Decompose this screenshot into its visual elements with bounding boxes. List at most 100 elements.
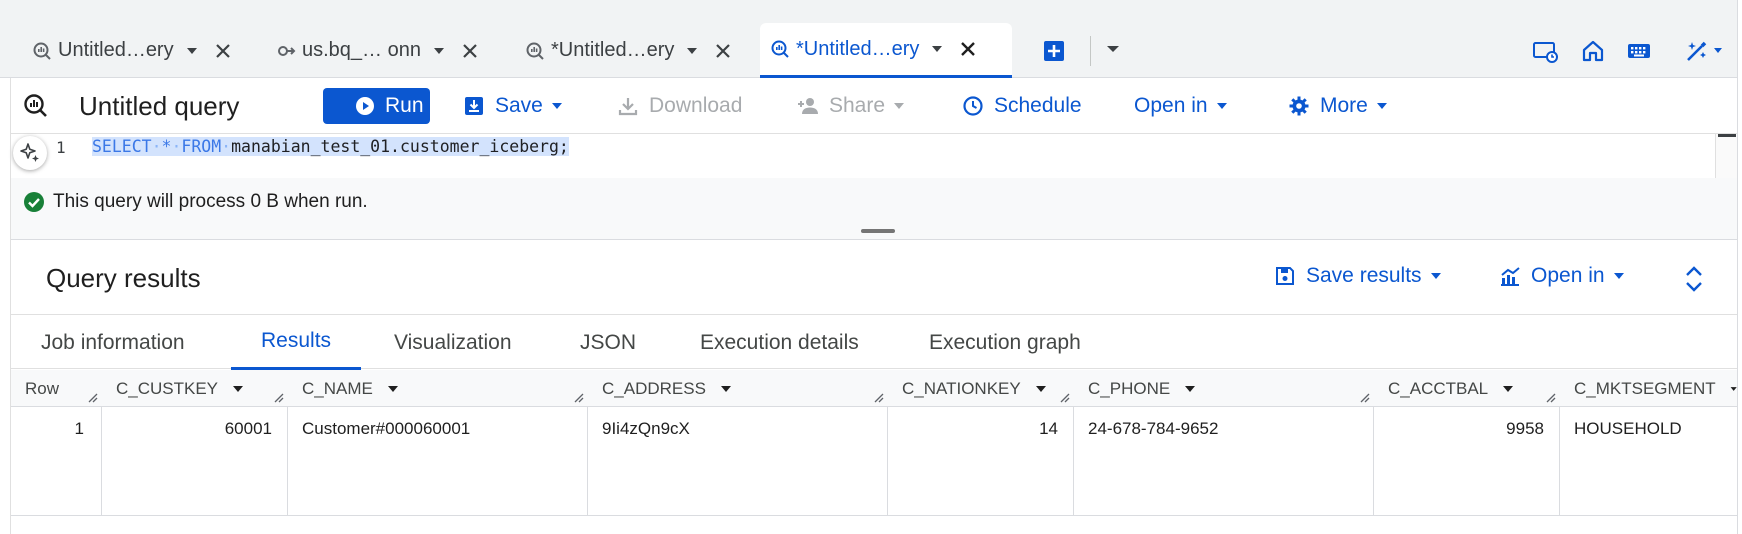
- sql-wildcard: *: [161, 137, 172, 156]
- column-divider: [1073, 407, 1074, 516]
- resize-grip-icon[interactable]: [86, 391, 98, 403]
- code-line[interactable]: SELECT·*·FROM·manabian_test_01.customer_…: [92, 136, 569, 158]
- more-button[interactable]: More: [1288, 88, 1388, 124]
- chevron-down-icon: [1430, 273, 1441, 279]
- cell-c-address[interactable]: 9Ii4zQn9cX: [602, 407, 882, 516]
- chevron-down-icon[interactable]: [186, 46, 198, 56]
- editor-scrollbar[interactable]: [1715, 134, 1737, 178]
- chevron-down-icon[interactable]: [720, 385, 732, 393]
- download-label: Download: [649, 94, 743, 117]
- tab-execution-details[interactable]: Execution details: [670, 315, 889, 370]
- tab-connection[interactable]: us.bq_… onn: [266, 23, 479, 78]
- save-results-button[interactable]: Save results: [1274, 264, 1442, 288]
- tab-json[interactable]: JSON: [550, 315, 666, 370]
- cell-c-name[interactable]: Customer#000060001: [302, 407, 582, 516]
- add-person-icon: [798, 98, 818, 114]
- chevron-down-icon[interactable]: [1184, 385, 1196, 393]
- query-icon: [24, 94, 47, 117]
- resize-grip-icon[interactable]: [872, 391, 884, 403]
- tab-untitled-query-2[interactable]: *Untitled…ery: [515, 23, 732, 78]
- column-header-c-nationkey[interactable]: C_NATIONKEY: [888, 370, 1074, 407]
- download-button[interactable]: Download: [617, 88, 742, 124]
- chevron-down-icon[interactable]: [1502, 385, 1514, 393]
- query-icon: [526, 42, 544, 60]
- validation-message: This query will process 0 B when run.: [53, 191, 368, 212]
- column-header-c-mktsegment[interactable]: C_MKTSEGMENT: [1560, 370, 1737, 407]
- tab-visualization[interactable]: Visualization: [364, 315, 542, 370]
- cell-c-phone[interactable]: 24-678-784-9652: [1088, 407, 1368, 516]
- chevron-down-icon: [1376, 103, 1387, 109]
- cell-c-nationkey[interactable]: 14: [888, 407, 1058, 516]
- column-header-label: C_PHONE: [1088, 378, 1171, 398]
- cell-c-mktsegment[interactable]: HOUSEHOLD: [1574, 407, 1734, 516]
- keyboard-icon[interactable]: [1626, 38, 1652, 64]
- column-header-label: C_NAME: [302, 378, 373, 398]
- chart-icon: [1501, 267, 1520, 286]
- chevron-down-icon[interactable]: [1730, 385, 1737, 393]
- results-table: Row C_CUSTKEY C_NAME C_ADDRESS C_NATIONK…: [11, 370, 1737, 516]
- resize-grip-icon[interactable]: [1058, 391, 1070, 403]
- cell-c-custkey[interactable]: 60001: [102, 407, 272, 516]
- query-title[interactable]: Untitled query: [79, 91, 239, 122]
- tab-label: *Untitled…ery: [796, 37, 920, 60]
- home-icon[interactable]: [1580, 38, 1606, 64]
- table-header-row: Row C_CUSTKEY C_NAME C_ADDRESS C_NATIONK…: [11, 370, 1737, 407]
- close-icon[interactable]: [959, 40, 977, 58]
- query-toolbar: Untitled query Run Save Download Share S…: [11, 78, 1737, 134]
- tab-untitled-query-1[interactable]: Untitled…ery: [22, 23, 232, 78]
- column-header-c-name[interactable]: C_NAME: [288, 370, 588, 407]
- open-in-button[interactable]: Open in: [1134, 88, 1228, 124]
- column-header-label: C_MKTSEGMENT: [1574, 378, 1716, 398]
- column-header-label: C_ADDRESS: [602, 378, 706, 398]
- tab-execution-graph[interactable]: Execution graph: [899, 315, 1111, 370]
- share-button[interactable]: Share: [797, 88, 905, 124]
- chevron-down-icon[interactable]: [1035, 385, 1047, 393]
- more-label: More: [1320, 94, 1368, 117]
- cell-c-acctbal[interactable]: 9958: [1374, 407, 1544, 516]
- column-header-c-phone[interactable]: C_PHONE: [1074, 370, 1374, 407]
- column-header-c-custkey[interactable]: C_CUSTKEY: [102, 370, 288, 407]
- results-open-in-button[interactable]: Open in: [1499, 264, 1625, 288]
- close-icon[interactable]: [214, 42, 232, 60]
- results-title: Query results: [46, 263, 201, 293]
- tab-untitled-query-active[interactable]: *Untitled…ery: [760, 23, 1012, 78]
- column-header-c-acctbal[interactable]: C_ACCTBAL: [1374, 370, 1560, 407]
- open-in-label: Open in: [1134, 94, 1208, 117]
- magic-pen-icon[interactable]: [1684, 38, 1724, 64]
- chevron-down-icon[interactable]: [433, 46, 445, 56]
- column-header-c-address[interactable]: C_ADDRESS: [588, 370, 888, 407]
- connection-icon: [278, 45, 296, 56]
- sql-keyword: FROM: [181, 137, 222, 156]
- tab-results[interactable]: Results: [231, 315, 362, 370]
- chevron-down-icon[interactable]: [686, 46, 698, 56]
- scrollbar-thumb[interactable]: [1718, 134, 1736, 137]
- tab-label: *Untitled…ery: [551, 39, 675, 61]
- gear-icon: [1289, 96, 1309, 116]
- resize-grip-icon[interactable]: [272, 391, 284, 403]
- save-button[interactable]: Save: [463, 88, 563, 124]
- check-circle-icon: [24, 192, 44, 212]
- column-divider: [287, 407, 288, 516]
- save-icon: [1276, 267, 1294, 285]
- gemini-assist-button[interactable]: [13, 136, 47, 170]
- tab-job-information[interactable]: Job information: [11, 315, 215, 370]
- close-icon[interactable]: [714, 42, 732, 60]
- sql-keyword: SELECT: [92, 137, 152, 156]
- schedule-button[interactable]: Schedule: [962, 88, 1082, 124]
- close-icon[interactable]: [461, 42, 479, 60]
- chevron-down-icon[interactable]: [1106, 44, 1120, 54]
- expand-collapse-icon[interactable]: [1682, 264, 1706, 294]
- chevron-down-icon[interactable]: [387, 385, 399, 393]
- results-tab-bar: Job information Results Visualization JS…: [11, 314, 1737, 370]
- resize-grip-icon[interactable]: [572, 391, 584, 403]
- chevron-down-icon[interactable]: [931, 44, 943, 54]
- resize-grip-icon[interactable]: [1544, 391, 1556, 403]
- screen-clock-icon[interactable]: [1532, 38, 1558, 64]
- panel-resize-handle[interactable]: [861, 229, 895, 233]
- save-label: Save: [495, 94, 543, 117]
- cell-row-number[interactable]: 1: [11, 407, 84, 516]
- new-tab-icon[interactable]: [1043, 40, 1065, 62]
- resize-grip-icon[interactable]: [1358, 391, 1370, 403]
- chevron-down-icon[interactable]: [232, 385, 244, 393]
- run-button[interactable]: Run: [323, 88, 430, 124]
